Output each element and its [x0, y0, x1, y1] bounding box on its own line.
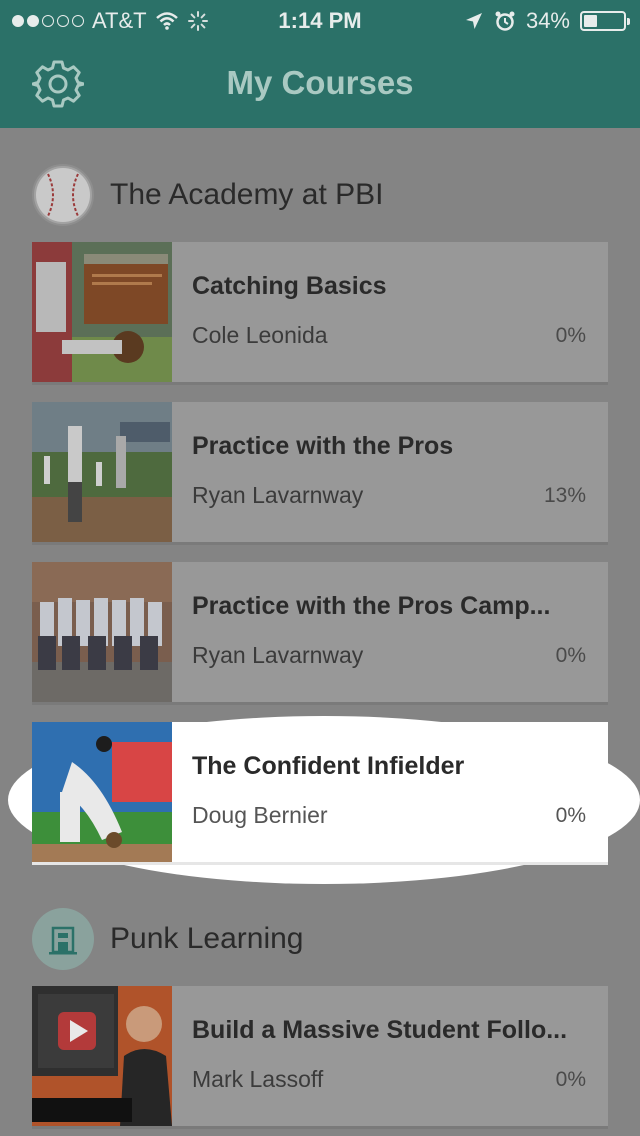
course-thumbnail [32, 242, 172, 382]
course-progress: 0% [555, 804, 586, 827]
course-progress: 13% [543, 484, 586, 507]
course-card[interactable]: Build a Massive Student Follo... Mark La… [32, 986, 608, 1126]
course-title: The Confident Infielder [192, 752, 465, 780]
course-title: Build a Massive Student Follo... [192, 1016, 568, 1044]
course-author: Ryan Lavarnway [192, 482, 364, 508]
location-arrow-icon [465, 13, 482, 29]
baseball-icon [32, 164, 94, 226]
battery-icon [580, 11, 630, 31]
battery-fill [584, 15, 597, 27]
course-card[interactable]: Practice with the Pros Ryan Lavarnway 13… [32, 402, 608, 542]
status-bar: AT&T 1:14 PM 34% [0, 0, 640, 40]
course-thumbnail [32, 986, 172, 1126]
section-title: The Academy at PBI [110, 178, 384, 211]
course-thumbnail [32, 562, 172, 702]
course-thumbnail [32, 722, 172, 862]
alarm-icon [495, 11, 515, 31]
course-card[interactable]: Practice with the Pros Camp... Ryan Lava… [32, 562, 608, 702]
course-title: Practice with the Pros Camp... [192, 592, 551, 620]
course-card[interactable]: Catching Basics Cole Leonida 0% [32, 242, 608, 382]
course-author: Cole Leonida [192, 322, 328, 348]
app-header: AT&T 1:14 PM 34% My Courses [0, 0, 640, 128]
section-header-academy: The Academy at PBI [32, 164, 383, 226]
course-thumbnail [32, 402, 172, 542]
section-header-punk-learning: Punk Learning [32, 908, 303, 970]
section-title: Punk Learning [110, 922, 304, 955]
course-title: Practice with the Pros [192, 432, 454, 460]
building-icon [32, 908, 94, 970]
course-card-highlighted[interactable]: The Confident Infielder Doug Bernier 0% [32, 722, 608, 862]
course-author: Doug Bernier [192, 802, 328, 828]
course-author: Mark Lassoff [192, 1066, 324, 1092]
course-progress: 0% [555, 324, 586, 347]
course-author: Ryan Lavarnway [192, 642, 364, 668]
status-right: 34% [464, 8, 630, 34]
course-progress: 0% [555, 644, 586, 667]
page-title: My Courses [226, 64, 414, 101]
battery-percent: 34% [525, 8, 570, 33]
course-title: Catching Basics [192, 272, 387, 300]
course-progress: 0% [555, 1068, 586, 1091]
